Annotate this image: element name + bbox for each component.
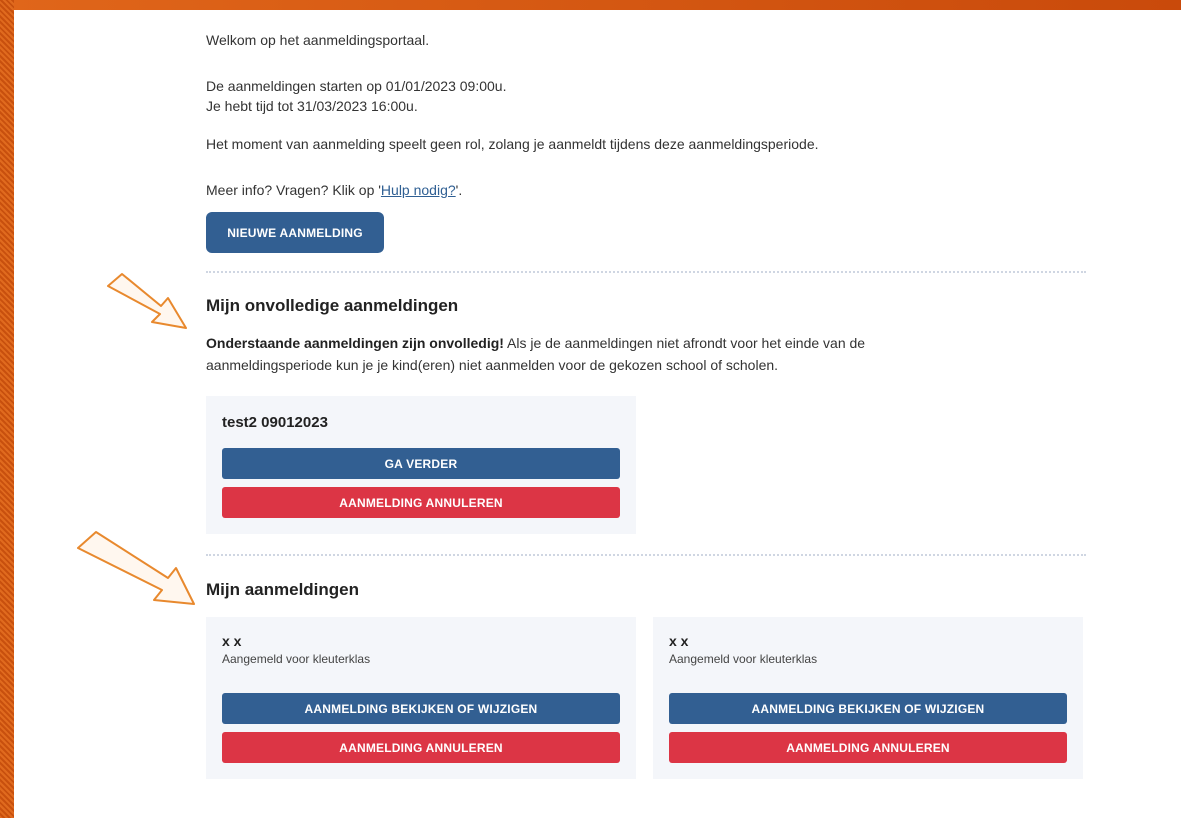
cancel-registration-button[interactable]: AANMELDING ANNULEREN bbox=[669, 732, 1067, 763]
incomplete-registration-card: test2 09012023 GA VERDER AANMELDING ANNU… bbox=[206, 396, 636, 534]
incomplete-warning: Onderstaande aanmeldingen zijn onvolledi… bbox=[206, 332, 986, 376]
view-or-edit-button[interactable]: AANMELDING BEKIJKEN OF WIJZIGEN bbox=[669, 693, 1067, 724]
orange-frame-top bbox=[0, 0, 1181, 10]
cancel-registration-button[interactable]: AANMELDING ANNULEREN bbox=[222, 487, 620, 518]
registration-class: Aangemeld voor kleuterklas bbox=[222, 652, 371, 666]
registration-name: x x bbox=[222, 633, 242, 649]
more-info-prefix: Meer info? Vragen? Klik op ' bbox=[206, 182, 381, 198]
annotation-arrow-icon bbox=[107, 273, 187, 329]
period-text: De aanmeldingen starten op 01/01/2023 09… bbox=[206, 76, 506, 116]
continue-button[interactable]: GA VERDER bbox=[222, 448, 620, 479]
new-registration-button[interactable]: NIEUWE AANMELDING bbox=[206, 212, 384, 253]
annotation-arrow-icon bbox=[77, 531, 195, 605]
view-or-edit-button[interactable]: AANMELDING BEKIJKEN OF WIJZIGEN bbox=[222, 693, 620, 724]
my-registrations-title: Mijn aanmeldingen bbox=[206, 580, 360, 599]
section-divider bbox=[206, 554, 1086, 556]
moment-text: Het moment van aanmelding speelt geen ro… bbox=[206, 136, 819, 152]
registration-card: x x Aangemeld voor kleuterklas AANMELDIN… bbox=[206, 617, 636, 779]
registration-class: Aangemeld voor kleuterklas bbox=[669, 652, 818, 666]
registration-name: test2 09012023 bbox=[222, 414, 328, 431]
orange-frame-left bbox=[0, 0, 14, 818]
section-divider bbox=[206, 271, 1086, 273]
registration-card: x x Aangemeld voor kleuterklas AANMELDIN… bbox=[653, 617, 1083, 779]
incomplete-warning-bold: Onderstaande aanmeldingen zijn onvolledi… bbox=[206, 335, 504, 351]
help-link[interactable]: Hulp nodig? bbox=[381, 182, 456, 198]
registration-name: x x bbox=[669, 633, 689, 649]
portal-page: Welkom op het aanmeldingsportaal. De aan… bbox=[14, 10, 1181, 818]
start-date-text: De aanmeldingen starten op 01/01/2023 09… bbox=[206, 78, 507, 94]
cancel-registration-button[interactable]: AANMELDING ANNULEREN bbox=[222, 732, 620, 763]
welcome-text: Welkom op het aanmeldingsportaal. bbox=[206, 32, 430, 48]
more-info-text: Meer info? Vragen? Klik op 'Hulp nodig?'… bbox=[206, 180, 462, 200]
more-info-suffix: '. bbox=[455, 182, 463, 198]
end-date-text: Je hebt tijd tot 31/03/2023 16:00u. bbox=[206, 98, 418, 114]
incomplete-registrations-title: Mijn onvolledige aanmeldingen bbox=[206, 296, 459, 315]
